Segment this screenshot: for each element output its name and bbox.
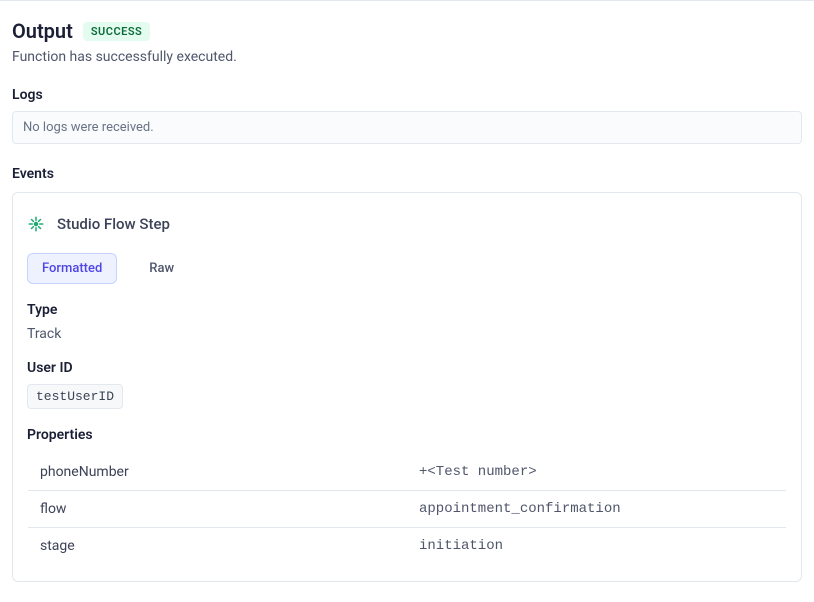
- user-id-label: User ID: [27, 360, 787, 376]
- table-row: stageinitiation: [28, 528, 787, 565]
- logs-heading: Logs: [12, 87, 802, 103]
- view-tabs: Formatted Raw: [27, 253, 787, 284]
- table-row: phoneNumber+<Test number>: [28, 454, 787, 491]
- property-key: phoneNumber: [28, 454, 408, 491]
- property-value: +<Test number>: [407, 454, 787, 491]
- tab-raw[interactable]: Raw: [135, 254, 188, 283]
- logs-empty-message: No logs were received.: [12, 111, 802, 144]
- properties-table: phoneNumber+<Test number>flowappointment…: [27, 453, 787, 565]
- status-badge: SUCCESS: [83, 22, 150, 41]
- property-key: flow: [28, 491, 408, 528]
- table-row: flowappointment_confirmation: [28, 491, 787, 528]
- property-value: appointment_confirmation: [407, 491, 787, 528]
- property-value: initiation: [407, 528, 787, 565]
- events-heading: Events: [12, 166, 802, 182]
- property-key: stage: [28, 528, 408, 565]
- target-icon: [27, 215, 45, 233]
- tab-formatted[interactable]: Formatted: [27, 253, 117, 284]
- event-title: Studio Flow Step: [57, 215, 170, 233]
- output-subtitle: Function has successfully executed.: [12, 49, 802, 65]
- user-id-value: testUserID: [27, 384, 123, 409]
- type-label: Type: [27, 302, 787, 318]
- properties-label: Properties: [27, 427, 787, 443]
- output-title: Output: [12, 19, 73, 43]
- type-value: Track: [27, 326, 787, 342]
- events-card: Studio Flow Step Formatted Raw Type Trac…: [12, 192, 802, 582]
